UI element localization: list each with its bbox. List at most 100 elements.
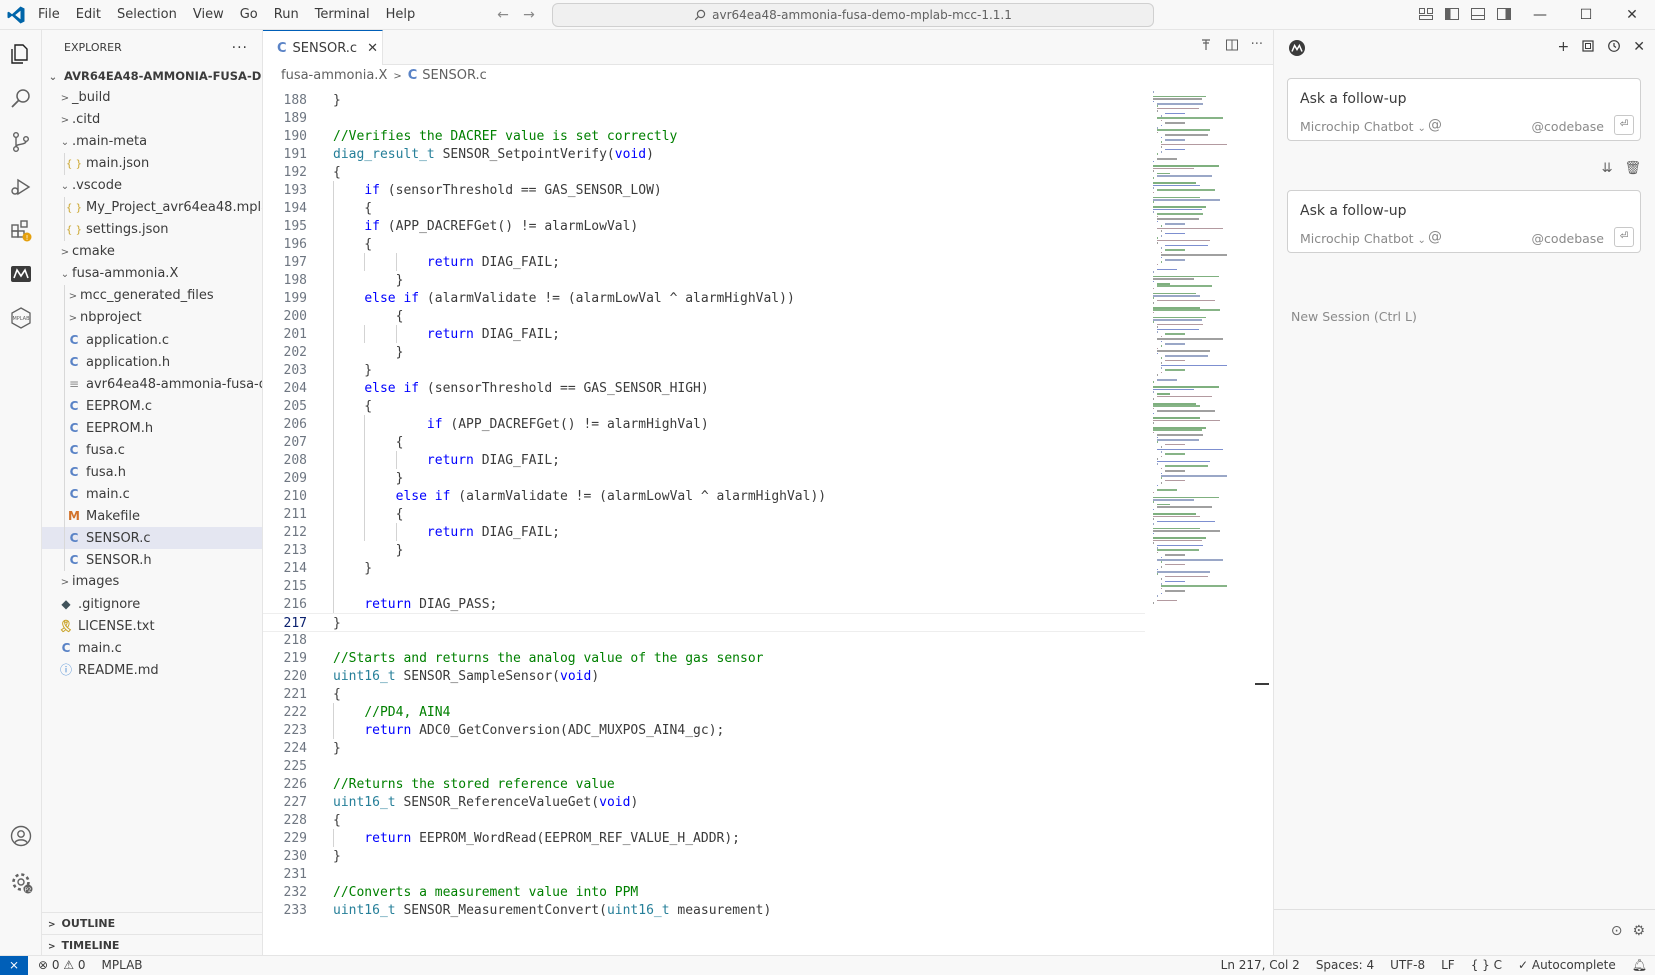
forward-arrow-icon[interactable]: → bbox=[520, 6, 538, 24]
model-selector[interactable]: Microchip Chatbot ⌄ bbox=[1300, 231, 1426, 246]
new-session-hint[interactable]: New Session (Ctrl L) bbox=[1291, 309, 1417, 324]
code-line[interactable]: 227 uint16_t SENSOR_ReferenceValueGet(voi… bbox=[263, 793, 1145, 812]
code-line[interactable]: 189 bbox=[263, 109, 1145, 128]
code-line[interactable]: 216 return DIAG_PASS; bbox=[263, 595, 1145, 614]
menu-item-run[interactable]: Run bbox=[266, 0, 307, 30]
explorer-icon[interactable] bbox=[0, 32, 42, 76]
code-line[interactable]: 217} bbox=[263, 613, 1145, 632]
model-selector[interactable]: Microchip Chatbot ⌄ bbox=[1300, 119, 1426, 134]
menu-item-selection[interactable]: Selection bbox=[109, 0, 185, 30]
back-arrow-icon[interactable]: ← bbox=[494, 6, 512, 24]
toggle-panel-icon[interactable] bbox=[1470, 6, 1488, 24]
toggle-secondary-sidebar-icon[interactable] bbox=[1496, 6, 1514, 24]
code-line[interactable]: 195 if (APP_DACREFGet() != alarmLowVal) bbox=[263, 217, 1145, 236]
outline-section[interactable]: > OUTLINE bbox=[42, 912, 263, 934]
code-line[interactable]: 220 uint16_t SENSOR_SampleSensor(void) bbox=[263, 667, 1145, 686]
delete-icon[interactable]: 🗑 bbox=[1624, 161, 1641, 176]
tree-file[interactable]: { } settings.json bbox=[42, 219, 262, 241]
problems-indicator[interactable]: ⊗ 0 ⚠ 0 bbox=[38, 956, 86, 975]
chat-input-box[interactable]: Ask a follow-up Microchip Chatbot ⌄ @ @c… bbox=[1287, 190, 1641, 253]
tree-folder[interactable]: ⌄ .vscode bbox=[42, 175, 262, 197]
minimize-icon[interactable]: — bbox=[1517, 0, 1563, 30]
maximize-chat-icon[interactable] bbox=[1581, 39, 1595, 57]
code-line[interactable]: 231 bbox=[263, 865, 1145, 884]
mplab-status[interactable]: MPLAB bbox=[102, 956, 143, 975]
autocomplete-status[interactable]: ✓ Autocomplete bbox=[1518, 956, 1616, 975]
submit-enter-icon[interactable]: ⏎ bbox=[1614, 227, 1634, 247]
breadcrumb-file[interactable]: SENSOR.c bbox=[422, 68, 487, 83]
tree-file[interactable]: { } My_Project_avr64ea48.mplab... bbox=[42, 197, 262, 219]
split-editor-icon[interactable] bbox=[1225, 38, 1239, 56]
remote-indicator-icon[interactable]: ⨯ bbox=[0, 956, 28, 975]
code-line[interactable]: 199 else if (alarmValidate != (alarmLowV… bbox=[263, 289, 1145, 308]
history-icon[interactable] bbox=[1607, 39, 1621, 57]
tree-file[interactable]: 🎗︎ LICENSE.txt bbox=[42, 615, 262, 637]
tree-file[interactable]: C SENSOR.h bbox=[42, 549, 262, 571]
run-debug-icon[interactable] bbox=[0, 164, 42, 208]
tree-folder[interactable]: > _build bbox=[42, 87, 262, 109]
tree-file[interactable]: Cmain.c bbox=[42, 637, 262, 659]
manage-gear-icon[interactable]: P2 bbox=[0, 860, 42, 904]
indentation[interactable]: Spaces: 4 bbox=[1316, 956, 1374, 975]
code-line[interactable]: 224} bbox=[263, 739, 1145, 758]
tree-folder[interactable]: ⌄ fusa-ammonia.X bbox=[42, 263, 262, 285]
mplab-extension-icon[interactable]: MPLAB bbox=[0, 296, 42, 340]
code-line[interactable]: 200 { bbox=[263, 307, 1145, 326]
code-line[interactable]: 188} bbox=[263, 91, 1145, 110]
code-line[interactable]: 196 { bbox=[263, 235, 1145, 254]
code-line[interactable]: 203 } bbox=[263, 361, 1145, 380]
menu-item-go[interactable]: Go bbox=[232, 0, 266, 30]
more-actions-icon[interactable]: ··· bbox=[232, 40, 248, 56]
settings-gear-icon[interactable]: ⚙ bbox=[1632, 923, 1645, 939]
tree-file[interactable]: ⓘ README.md bbox=[42, 659, 262, 681]
accounts-icon[interactable] bbox=[0, 814, 42, 858]
tree-folder[interactable]: > mcc_generated_files bbox=[42, 285, 262, 307]
chat-input-placeholder[interactable]: Ask a follow-up bbox=[1300, 203, 1407, 219]
code-line[interactable]: 210 else if (alarmValidate != (alarmLowV… bbox=[263, 487, 1145, 506]
code-line[interactable]: 225 bbox=[263, 757, 1145, 776]
menu-item-help[interactable]: Help bbox=[378, 0, 424, 30]
code-editor[interactable]: 188} 189 190//Verifies the DACREF value is… bbox=[263, 87, 1145, 955]
code-line[interactable]: 202 } bbox=[263, 343, 1145, 362]
tree-file[interactable]: Capplication.c bbox=[42, 329, 262, 351]
code-line[interactable]: 191 diag_result_t SENSOR_SetpointVerify(v… bbox=[263, 145, 1145, 164]
tree-file[interactable]: ≡ avr64ea48-ammonia-fusa-de... bbox=[42, 373, 262, 395]
tree-folder[interactable]: > .citd bbox=[42, 109, 262, 131]
mplab-logo-icon[interactable] bbox=[0, 252, 42, 296]
close-tab-icon[interactable]: ✕ bbox=[367, 41, 378, 56]
tree-file[interactable]: Cfusa.c bbox=[42, 439, 262, 461]
at-mention-icon[interactable]: @ bbox=[1428, 229, 1442, 245]
tree-file[interactable]: C EEPROM.h bbox=[42, 417, 262, 439]
menu-item-terminal[interactable]: Terminal bbox=[307, 0, 378, 30]
code-line[interactable]: 215 bbox=[263, 577, 1145, 596]
code-line[interactable]: 222 //PD4, AIN4 bbox=[263, 703, 1145, 722]
code-line[interactable]: 209 } bbox=[263, 469, 1145, 488]
code-line[interactable]: 194 { bbox=[263, 199, 1145, 218]
code-line[interactable]: 213 } bbox=[263, 541, 1145, 560]
code-line[interactable]: 226 //Returns the stored reference value bbox=[263, 775, 1145, 794]
editor-more-icon[interactable]: ··· bbox=[1251, 38, 1263, 56]
codebase-mention[interactable]: @codebase bbox=[1532, 119, 1604, 134]
submit-enter-icon[interactable]: ⏎ bbox=[1614, 115, 1634, 135]
collapse-icon[interactable]: ⇊ bbox=[1602, 161, 1613, 176]
tree-folder[interactable]: ⌄ .main-meta bbox=[42, 131, 262, 153]
close-chat-icon[interactable]: ✕ bbox=[1633, 39, 1645, 57]
tree-file[interactable]: C EEPROM.c bbox=[42, 395, 262, 417]
notifications-bell-icon[interactable]: 🔔︎ bbox=[1632, 956, 1647, 975]
at-mention-icon[interactable]: @ bbox=[1428, 117, 1442, 133]
tab-sensor-c[interactable]: C SENSOR.c ✕ bbox=[263, 30, 383, 65]
encoding[interactable]: UTF-8 bbox=[1390, 956, 1425, 975]
code-line[interactable]: 211 { bbox=[263, 505, 1145, 524]
tree-folder[interactable]: > cmake bbox=[42, 241, 262, 263]
tree-folder[interactable]: > images bbox=[42, 571, 262, 593]
codebase-mention[interactable]: @codebase bbox=[1532, 231, 1604, 246]
tree-file[interactable]: ◆ .gitignore bbox=[42, 593, 262, 615]
line-ending[interactable]: LF bbox=[1441, 956, 1455, 975]
tree-file[interactable]: Cmain.c bbox=[42, 483, 262, 505]
tree-folder[interactable]: > nbproject bbox=[42, 307, 262, 329]
code-line[interactable]: 206 if (APP_DACREFGet() != alarmHighVal) bbox=[263, 415, 1145, 434]
customize-layout-icon[interactable] bbox=[1418, 6, 1436, 24]
code-line[interactable]: 198 } bbox=[263, 271, 1145, 290]
close-window-icon[interactable]: ✕ bbox=[1609, 0, 1655, 30]
tree-file[interactable]: { } main.json bbox=[42, 153, 262, 175]
